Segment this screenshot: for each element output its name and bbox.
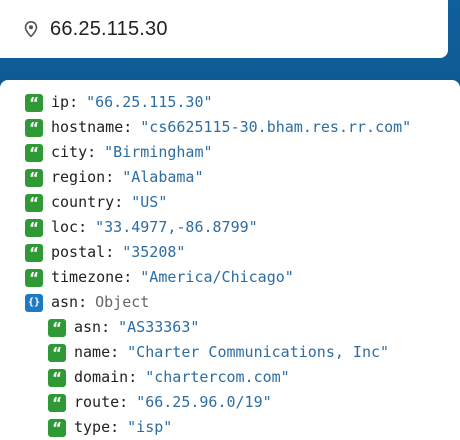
json-string-value: "66.25.115.30" <box>86 93 213 111</box>
json-key: postal <box>51 243 106 261</box>
json-row-name: “ name: "Charter Communications, Inc" <box>0 340 460 365</box>
string-quote-icon: “ <box>48 393 66 412</box>
colon: : <box>78 293 88 311</box>
json-row-type: “ type: "isp" <box>0 415 460 440</box>
colon: : <box>78 218 88 236</box>
json-key: asn <box>74 318 102 336</box>
json-key: type <box>74 418 111 436</box>
json-key: domain <box>74 368 129 386</box>
colon: : <box>105 168 115 186</box>
ip-search-field[interactable]: 66.25.115.30 <box>0 0 448 58</box>
json-string-value: "Alabama" <box>122 168 204 186</box>
ip-address-value: 66.25.115.30 <box>50 17 168 40</box>
json-row-city: “ city: "Birmingham" <box>0 140 460 165</box>
json-row-hostname: “ hostname: "cs6625115-30.bham.res.rr.co… <box>0 115 460 140</box>
colon: : <box>110 343 120 361</box>
string-quote-icon: “ <box>25 218 43 237</box>
json-key: asn <box>51 293 79 311</box>
json-string-value: "66.25.96.0/19" <box>136 393 272 411</box>
colon: : <box>69 93 79 111</box>
json-string-value: "chartercom.com" <box>145 368 290 386</box>
colon: : <box>114 193 124 211</box>
json-object-type: Object <box>95 293 150 311</box>
json-key: route <box>74 393 120 411</box>
json-row-asn: “ asn: "AS33363" <box>0 315 460 340</box>
colon: : <box>123 118 133 136</box>
json-tree: “ ip: "66.25.115.30" “ hostname: "cs6625… <box>0 80 460 440</box>
json-string-value: "33.4977,-86.8799" <box>95 218 258 236</box>
string-quote-icon: “ <box>48 368 66 387</box>
json-key: hostname <box>51 118 124 136</box>
string-quote-icon: “ <box>25 193 43 212</box>
colon: : <box>110 418 120 436</box>
json-string-value: "Charter Communications, Inc" <box>127 343 390 361</box>
json-key: country <box>51 193 115 211</box>
string-quote-icon: “ <box>48 418 66 437</box>
json-row-route: “ route: "66.25.96.0/19" <box>0 390 460 415</box>
ip-lookup-app: 66.25.115.30 “ ip: "66.25.115.30" “ host… <box>0 0 460 440</box>
json-string-value: "US" <box>131 193 168 211</box>
string-quote-icon: “ <box>25 93 43 112</box>
colon: : <box>128 368 138 386</box>
map-pin-icon <box>22 20 40 38</box>
colon: : <box>87 143 97 161</box>
colon: : <box>105 243 115 261</box>
json-row-country: “ country: "US" <box>0 190 460 215</box>
json-string-value: "cs6625115-30.bham.res.rr.com" <box>140 118 412 136</box>
object-icon: {} <box>25 293 43 312</box>
json-row-domain: “ domain: "chartercom.com" <box>0 365 460 390</box>
json-key: timezone <box>51 268 124 286</box>
string-quote-icon: “ <box>25 243 43 262</box>
json-result-panel: “ ip: "66.25.115.30" “ hostname: "cs6625… <box>0 80 460 440</box>
json-row-loc: “ loc: "33.4977,-86.8799" <box>0 215 460 240</box>
json-string-value: "isp" <box>127 418 173 436</box>
string-quote-icon: “ <box>25 118 43 137</box>
json-row-region: “ region: "Alabama" <box>0 165 460 190</box>
json-key: loc <box>51 218 79 236</box>
colon: : <box>119 393 129 411</box>
json-row-timezone: “ timezone: "America/Chicago" <box>0 265 460 290</box>
json-string-value: "35208" <box>122 243 186 261</box>
json-string-value: "Birmingham" <box>104 143 213 161</box>
string-quote-icon: “ <box>25 143 43 162</box>
colon: : <box>101 318 111 336</box>
json-string-value: "America/Chicago" <box>140 268 294 286</box>
json-key: region <box>51 168 106 186</box>
json-row-ip: “ ip: "66.25.115.30" <box>0 90 460 115</box>
colon: : <box>123 268 133 286</box>
string-quote-icon: “ <box>48 318 66 337</box>
json-string-value: "AS33363" <box>118 318 200 336</box>
json-row-asn-object[interactable]: {} asn: Object <box>0 290 460 315</box>
string-quote-icon: “ <box>25 268 43 287</box>
json-row-postal: “ postal: "35208" <box>0 240 460 265</box>
json-key: ip <box>51 93 70 111</box>
json-key: name <box>74 343 111 361</box>
string-quote-icon: “ <box>48 343 66 362</box>
string-quote-icon: “ <box>25 168 43 187</box>
json-key: city <box>51 143 88 161</box>
